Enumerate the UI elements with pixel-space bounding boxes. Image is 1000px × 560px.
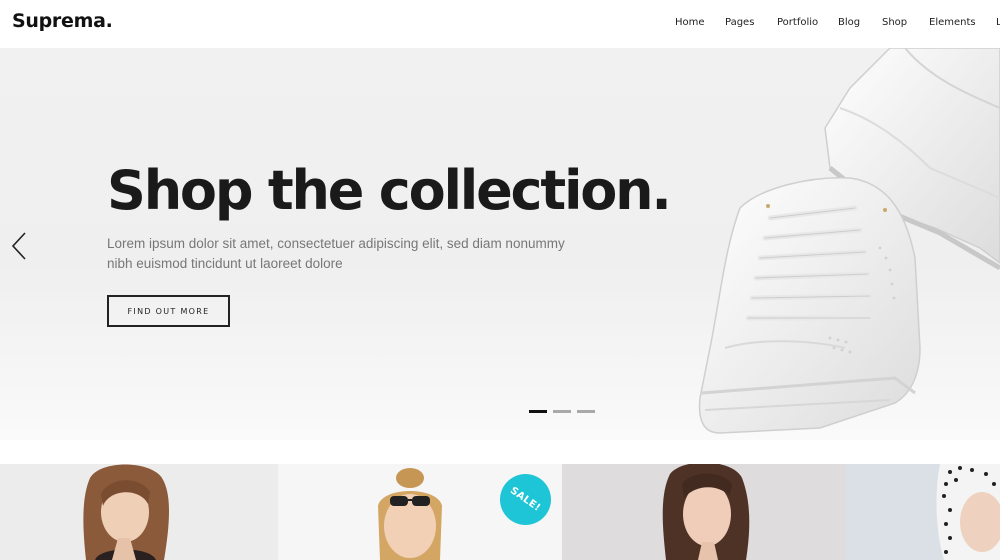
product-image-1 [83,464,169,560]
site-header: Suprema. Home Pages Portfolio Blog Shop … [0,0,1000,48]
sale-badge: SALE! [500,474,551,525]
slider-dot-2[interactable] [553,410,571,413]
product-image-3 [662,464,750,560]
hero-slider: Shop the collection. Lorem ipsum dolor s… [0,48,1000,440]
hero-title: Shop the collection. [107,159,672,222]
hero-description: Lorem ipsum dolor sit amet, consectetuer… [107,236,565,271]
product-tile-1[interactable] [0,464,278,560]
sale-badge-label: SALE! [508,485,543,514]
find-out-more-button[interactable]: FIND OUT MORE [107,295,230,327]
nav-item-blog[interactable]: Blog [838,17,860,28]
site-logo[interactable]: Suprema. [12,10,113,32]
chevron-left-icon [11,232,26,260]
product-tile-4[interactable] [846,464,1000,560]
nav-item-pages[interactable]: Pages [725,17,754,28]
slider-dot-3[interactable] [577,410,595,413]
product-tile-3[interactable] [562,464,846,560]
nav-item-portfolio[interactable]: Portfolio [777,17,818,28]
product-image-4 [936,464,1000,560]
nav-item-elements[interactable]: Elements [929,17,976,28]
nav-item-shop[interactable]: Shop [882,17,907,28]
nav-item-partial[interactable]: L [996,17,1000,28]
slider-dot-1[interactable] [529,410,547,413]
sneaker-image [698,48,1000,434]
nav-item-home[interactable]: Home [675,17,705,28]
slider-prev-arrow[interactable] [10,231,30,261]
